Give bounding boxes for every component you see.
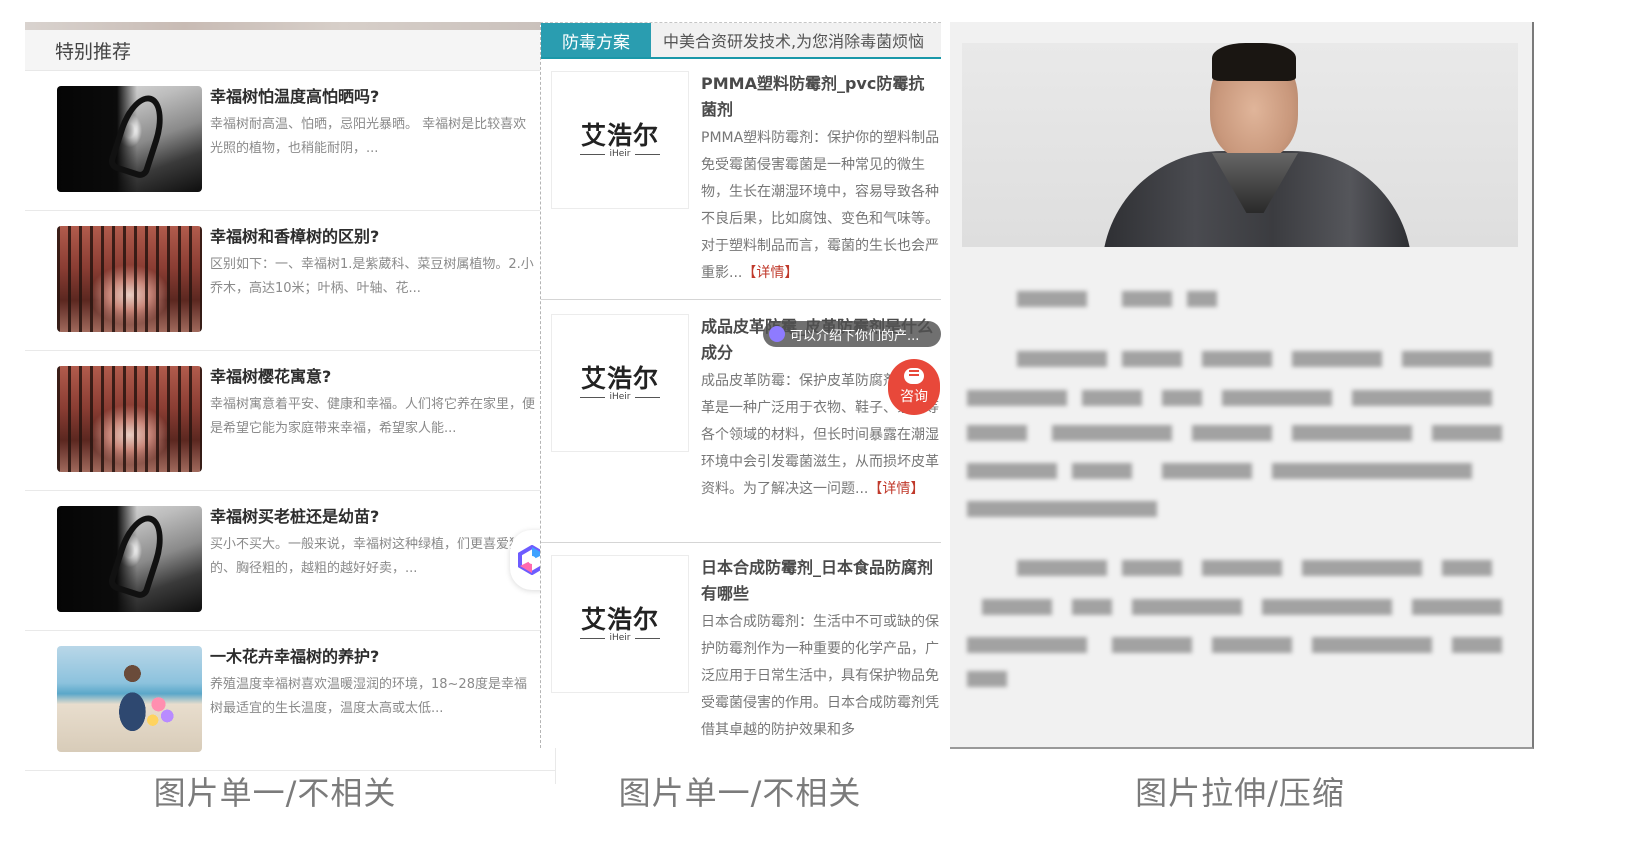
logo-text: 艾浩尔 bbox=[580, 604, 659, 634]
article-title[interactable]: 幸福树怕温度高怕晒吗? bbox=[210, 86, 540, 108]
logo-subtext: iHeir bbox=[580, 391, 660, 408]
profile-photo-stretched bbox=[962, 43, 1518, 247]
list-item[interactable]: 幸福树和香樟树的区别? 区别如下：一、幸福树1.是紫葳科、菜豆树属植物。2.小乔… bbox=[25, 211, 555, 351]
article-title[interactable]: 一木花卉幸福树的养护? bbox=[210, 646, 540, 668]
article-title[interactable]: PMMA塑料防霉剂_pvc防霉抗菌剂 bbox=[701, 71, 939, 123]
article-title[interactable]: 幸福树买老桩还是幼苗? bbox=[210, 506, 540, 528]
details-link[interactable]: 【详情】 bbox=[868, 481, 924, 497]
blurred-text-line bbox=[962, 422, 1512, 444]
chip-text: 可以介绍下你们的产... bbox=[790, 328, 920, 344]
banner-image-strip bbox=[25, 22, 555, 30]
tab-slogan: 中美合资研发技术,为您消除毒菌烦恼 bbox=[651, 23, 941, 57]
recommend-panel: 特别推荐 幸福树怕温度高怕晒吗? 幸福树耐高温、怕晒，忌阳光暴晒。 幸福树是比较… bbox=[25, 22, 556, 784]
photo-hair-shape bbox=[1212, 43, 1296, 81]
blurred-text-line bbox=[962, 634, 1512, 656]
blurred-text-line bbox=[962, 668, 1512, 690]
blurred-text-line bbox=[962, 288, 1512, 310]
chat-suggestion-chip[interactable]: 可以介绍下你们的产... bbox=[763, 321, 941, 347]
logo-text: 艾浩尔 bbox=[580, 363, 659, 393]
article-summary: 买小不买大。一般来说，幸福树这种绿植，们更喜爱独杆的、胸径粗的，越粗的越好好卖，… bbox=[210, 537, 536, 576]
list-item[interactable]: 幸福树买老桩还是幼苗? 买小不买大。一般来说，幸福树这种绿植，们更喜爱独杆的、胸… bbox=[25, 491, 555, 631]
list-item[interactable]: 一木花卉幸福树的养护? 养殖温度幸福树喜欢温暖湿润的环境，18~28度是幸福树最… bbox=[25, 631, 555, 771]
list-item[interactable]: 艾浩尔 iHeir 日本合成防霉剂_日本食品防腐剂有哪些 日本合成防霉剂：生活中… bbox=[541, 543, 941, 748]
article-thumbnail[interactable] bbox=[57, 646, 202, 752]
tab-bar: 防毒方案 中美合资研发技术,为您消除毒菌烦恼 bbox=[541, 23, 941, 59]
article-title[interactable]: 日本合成防霉剂_日本食品防腐剂有哪些 bbox=[701, 555, 939, 607]
blurred-text-line bbox=[962, 498, 1512, 520]
list-item[interactable]: 幸福树樱花寓意? 幸福树寓意着平安、健康和幸福。人们将它养在家里，便是希望它能为… bbox=[25, 351, 555, 491]
details-link[interactable]: 【详情】 bbox=[742, 265, 798, 281]
article-thumbnail[interactable] bbox=[57, 86, 202, 192]
article-summary: 幸福树寓意着平安、健康和幸福。人们将它养在家里，便是希望它能为家庭带来幸福，希望… bbox=[210, 397, 536, 436]
article-summary: 幸福树耐高温、怕晒，忌阳光暴晒。 幸福树是比较喜欢光照的植物，也稍能耐阴，... bbox=[210, 117, 527, 156]
list-item[interactable]: 幸福树怕温度高怕晒吗? 幸福树耐高温、怕晒，忌阳光暴晒。 幸福树是比较喜欢光照的… bbox=[25, 71, 555, 211]
chat-bubble-icon bbox=[904, 368, 924, 384]
article-thumbnail[interactable] bbox=[57, 366, 202, 472]
article-title[interactable]: 幸福树樱花寓意? bbox=[210, 366, 540, 388]
brand-logo[interactable]: 艾浩尔 iHeir bbox=[551, 71, 689, 209]
tab-antimold-solution[interactable]: 防毒方案 bbox=[541, 23, 651, 57]
brand-logo[interactable]: 艾浩尔 iHeir bbox=[551, 555, 689, 693]
article-summary: 日本合成防霉剂：生活中不可或缺的保护防霉剂作为一种重要的化学产品，广泛应用于日常… bbox=[701, 614, 939, 738]
profile-panel bbox=[950, 22, 1534, 749]
article-thumbnail[interactable] bbox=[57, 506, 202, 612]
logo-text: 艾浩尔 bbox=[580, 120, 659, 150]
blurred-text-line bbox=[962, 348, 1512, 370]
consult-label: 咨询 bbox=[900, 389, 928, 405]
caption-single-irrelevant: 图片单一/不相关 bbox=[153, 774, 397, 812]
article-summary: 养殖温度幸福树喜欢温暖湿润的环境，18~28度是幸福树最适宜的生长温度，温度太高… bbox=[210, 677, 527, 716]
blurred-text-line bbox=[962, 596, 1512, 618]
brand-logo[interactable]: 艾浩尔 iHeir bbox=[551, 314, 689, 452]
list-item[interactable]: 艾浩尔 iHeir PMMA塑料防霉剂_pvc防霉抗菌剂 PMMA塑料防霉剂：保… bbox=[541, 59, 941, 300]
blurred-text-line bbox=[962, 557, 1512, 579]
logo-subtext: iHeir bbox=[580, 148, 660, 165]
consult-button[interactable]: 咨询 bbox=[888, 359, 940, 415]
blurred-text-line bbox=[962, 460, 1512, 482]
article-thumbnail[interactable] bbox=[57, 226, 202, 332]
article-summary: 区别如下：一、幸福树1.是紫葳科、菜豆树属植物。2.小乔木，高达10米；叶柄、叶… bbox=[210, 257, 534, 296]
bot-avatar-icon bbox=[769, 326, 785, 342]
antimold-panel: 防毒方案 中美合资研发技术,为您消除毒菌烦恼 艾浩尔 iHeir PMMA塑料防… bbox=[540, 22, 941, 748]
logo-subtext: iHeir bbox=[580, 632, 660, 649]
caption-single-irrelevant: 图片单一/不相关 bbox=[618, 774, 862, 812]
blurred-text-line bbox=[962, 387, 1512, 409]
article-summary: PMMA塑料防霉剂：保护你的塑料制品免受霉菌侵害霉菌是一种常见的微生物，生长在潮… bbox=[701, 130, 940, 281]
caption-stretched-compressed: 图片拉伸/压缩 bbox=[1135, 774, 1345, 812]
article-title[interactable]: 幸福树和香樟树的区别? bbox=[210, 226, 540, 248]
section-header: 特别推荐 bbox=[25, 30, 555, 71]
